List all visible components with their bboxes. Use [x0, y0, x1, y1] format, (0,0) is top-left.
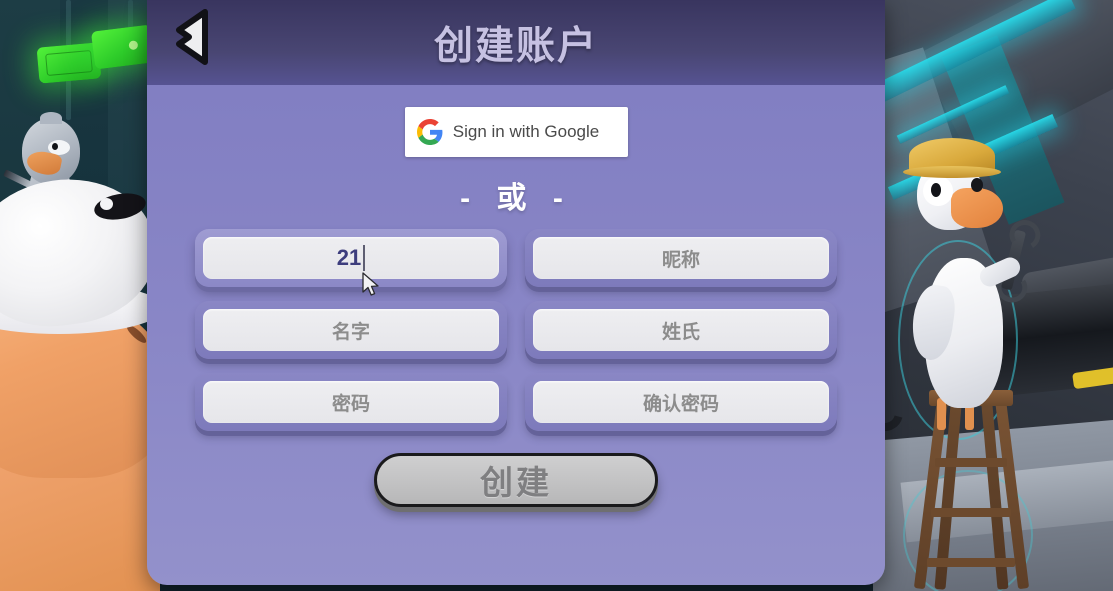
last-name-field-placeholder: 姓氏	[661, 321, 700, 343]
first-name-field-placeholder: 名字	[331, 321, 370, 343]
sign-in-with-google-button[interactable]: Sign in with Google	[404, 107, 628, 157]
green-monitor-icon	[90, 24, 156, 70]
text-caret	[363, 245, 366, 271]
signup-form: 21 昵称 名字 姓氏 密码 确认密码	[195, 229, 837, 431]
google-g-icon	[416, 119, 443, 145]
worker-goose-pupil	[931, 183, 941, 197]
nickname-field[interactable]: 昵称	[533, 237, 829, 279]
nickname-field-placeholder: 昵称	[661, 249, 700, 271]
or-divider-label: - 或 -	[460, 182, 572, 215]
password-field[interactable]: 密码	[203, 381, 499, 423]
password-field-placeholder: 密码	[331, 393, 370, 415]
background-goose-pupil	[52, 143, 58, 150]
create-button-row: 创建	[374, 453, 658, 507]
worker-goose-beak	[951, 188, 1003, 228]
field-wrapper-nickname: 昵称	[525, 229, 837, 287]
background-goose-tuft	[40, 112, 62, 124]
confirm-password-field-placeholder: 确认密码	[642, 393, 719, 415]
field-wrapper-last-name: 姓氏	[525, 301, 837, 359]
hard-hat-brim	[903, 166, 1001, 178]
panel-header: 创建账户	[147, 0, 885, 85]
background-left-scene	[0, 0, 160, 591]
google-button-label: Sign in with Google	[452, 122, 600, 141]
email-field-value: 21	[336, 245, 362, 270]
page-title: 创建账户	[433, 24, 598, 68]
ladder-rung	[931, 508, 1011, 517]
ladder-rung	[935, 458, 1007, 467]
first-name-field[interactable]: 名字	[203, 309, 499, 351]
back-button[interactable]	[165, 6, 223, 68]
field-wrapper-first-name: 名字	[195, 301, 507, 359]
ladder-rung	[927, 558, 1015, 567]
back-arrow-icon	[176, 9, 208, 65]
screen-mount	[66, 78, 71, 120]
green-monitor-icon	[36, 42, 102, 84]
email-field[interactable]: 21	[203, 237, 499, 279]
field-wrapper-email: 21	[195, 229, 507, 287]
field-wrapper-confirm-password: 确认密码	[525, 373, 837, 431]
foreground-goose-eye-glint	[100, 198, 113, 210]
worker-goose-far-eye	[971, 178, 983, 192]
screen-root: 创建账户 Sign in with Google - 或 - 21 昵称 名字 …	[0, 0, 1113, 591]
panel-body: Sign in with Google - 或 - 21 昵称 名字 姓氏 密码…	[147, 85, 885, 507]
background-right-scene	[873, 0, 1113, 591]
field-wrapper-password: 密码	[195, 373, 507, 431]
create-account-panel: 创建账户 Sign in with Google - 或 - 21 昵称 名字 …	[147, 0, 885, 585]
create-button-label: 创建	[480, 464, 552, 501]
screen-mount	[66, 0, 71, 50]
confirm-password-field[interactable]: 确认密码	[533, 381, 829, 423]
create-account-button[interactable]: 创建	[374, 453, 658, 507]
last-name-field[interactable]: 姓氏	[533, 309, 829, 351]
